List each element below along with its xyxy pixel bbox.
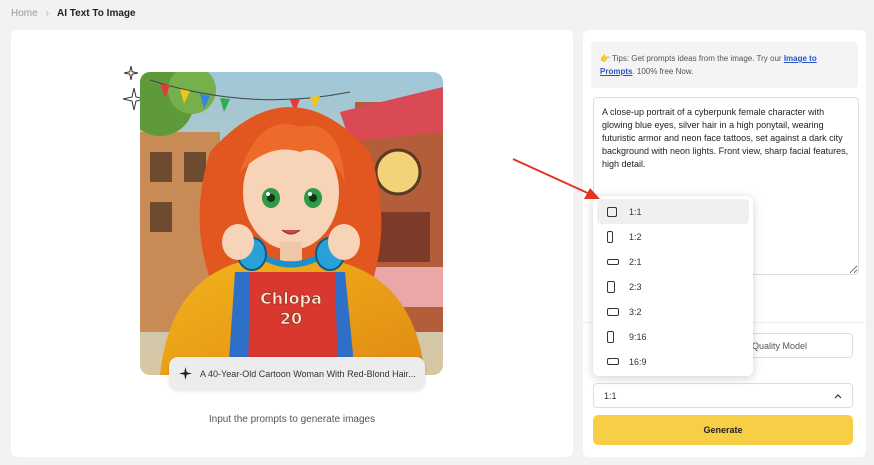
aspect-ratio-dropdown: 1:1 1:2 2:1 2:3 3:2 9:16 16:9 [593,196,753,376]
chevron-right-icon: › [45,7,50,19]
ratio-option-3-2[interactable]: 3:2 [597,299,749,324]
ratio-option-1-2[interactable]: 1:2 [597,224,749,249]
breadcrumb-current: AI Text To Image [57,7,136,19]
chevron-up-icon [834,393,842,398]
breadcrumb: Home › AI Text To Image [11,6,136,20]
pointing-hand-icon: 👉 [600,54,610,63]
tips-text: Tips: Get prompts ideas from the image. … [612,54,784,63]
aspect-ratio-select[interactable]: 1:1 [593,383,853,408]
shirt-text: Chlopa [260,289,322,308]
ratio-option-2-3[interactable]: 2:3 [597,274,749,299]
square-icon [607,206,617,217]
shirt-number: 20 [280,309,302,328]
red-arrow-annotation [512,158,600,199]
ratio-option-16-9[interactable]: 16:9 [597,349,749,374]
breadcrumb-home-link[interactable]: Home [11,8,38,19]
ratio-option-1-1[interactable]: 1:1 [597,199,749,224]
wide-landscape-icon [607,258,619,265]
phone-portrait-icon [607,330,614,343]
ratio-option-2-1[interactable]: 2:1 [597,249,749,274]
portrait-icon [607,280,615,293]
preview-panel: Chlopa 20 A 40-Year-Old Cartoon Woman Wi… [11,30,573,457]
tips-suffix: . 100% free Now. [632,67,694,76]
sparkle-icon [124,66,138,80]
tips-box: 👉 Tips: Get prompts ideas from the image… [591,42,858,88]
ratio-option-9-16[interactable]: 9:16 [597,324,749,349]
input-hint: Input the prompts to generate images [208,414,376,425]
prompt-caption-pill[interactable]: A 40-Year-Old Cartoon Woman With Red-Blo… [169,357,425,390]
landscape-icon [607,307,619,316]
tall-portrait-icon [607,230,613,243]
generated-image: Chlopa 20 [140,72,443,375]
aspect-ratio-value: 1:1 [604,390,617,401]
sparkle-icon [179,367,192,380]
widescreen-icon [607,358,619,365]
generate-button[interactable]: Generate [593,415,853,445]
caption-text: A 40-Year-Old Cartoon Woman With Red-Blo… [200,368,416,379]
